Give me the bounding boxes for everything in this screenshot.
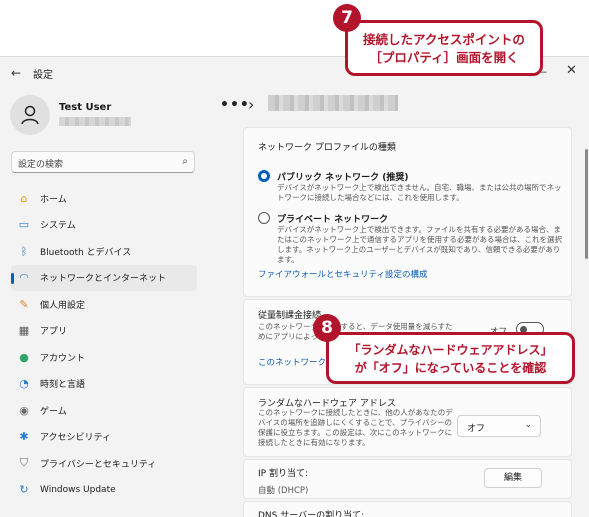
sidebar-item-3[interactable]: ◠ ネットワークとインターネット [11,264,197,291]
random-hw-dropdown[interactable]: オフ ⌄ [457,415,541,437]
random-hw-value: オフ [467,424,486,434]
sidebar-item-label: ネットワークとインターネット [40,274,167,285]
public-network-desc: デバイスがネットワーク上で検出できません。自宅、職場、または公共の場所でネットワ… [277,183,562,202]
ip-assignment-card: IP 割り当て: 自動 (DHCP) 編集 [243,459,572,499]
sidebar-item-0[interactable]: ⌂ ホーム [11,185,197,212]
bluetooth-icon: ᛒ [20,244,28,258]
sidebar-item-label: Bluetooth とデバイス [40,247,132,258]
main-content: ネットワーク プロファイルの種類 パブリック ネットワーク (推奨) デバイスが… [243,127,572,517]
sidebar-item-2[interactable]: ᛒ Bluetooth とデバイス [11,238,197,265]
sidebar-item-label: プライバシーとセキュリティ [40,459,157,470]
sidebar-item-6[interactable]: ● アカウント [11,344,197,371]
sidebar-item-label: システム [40,221,76,232]
settings-window: ← 設定 — ✕ Test User 設定の検索 ⌕ ⌂ ホーム ▭ システム ᛒ Blu… [0,56,589,517]
callout-7-line1: 接続したアクセスポイントの [363,32,525,47]
account-icon: ● [19,350,29,364]
user-name: Test User [59,102,112,113]
sidebar-item-label: ゲーム [40,406,67,417]
paint-brush-icon: ✎ [19,297,29,311]
dns-assignment-title: DNS サーバーの割り当て: [258,511,365,517]
sidebar-item-5[interactable]: ▦ アプリ [11,318,197,345]
search-icon: ⌕ [182,156,188,167]
ip-assignment-value: 自動 (DHCP) [258,486,309,496]
sidebar-item-11[interactable]: ↻ Windows Update [11,477,197,504]
dns-assignment-card: DNS サーバーの割り当て: [243,501,572,517]
back-button[interactable]: ← [8,65,24,81]
sidebar-item-label: アクセシビリティ [40,433,112,444]
random-hardware-address-card: ランダムなハードウェア アドレス このネットワークに接続したときに、他の人があな… [243,387,572,457]
callout-8-line1: 「ランダムなハードウェアアドレス」 [348,343,553,357]
breadcrumb-separator: › [248,95,255,114]
sidebar-item-label: 時刻と言語 [40,380,86,391]
ip-assignment-title: IP 割り当て: [258,469,308,479]
breadcrumb-overflow-button[interactable]: ••• [220,97,250,113]
step-7-badge: 7 [333,4,361,32]
home-icon: ⌂ [20,191,28,205]
shield-icon: ⛉ [19,456,29,470]
profile-section-title: ネットワーク プロファイルの種類 [258,143,396,153]
game-icon: ◉ [19,403,29,417]
sidebar-item-7[interactable]: ◔ 時刻と言語 [11,371,197,398]
user-email-redacted [59,117,131,126]
search-placeholder: 設定の検索 [18,160,64,170]
network-profile-card: ネットワーク プロファイルの種類 パブリック ネットワーク (推奨) デバイスが… [243,127,572,297]
callout-7-line2: ［プロパティ］画面を開く [369,50,519,65]
random-hw-desc: このネットワークに接続したときに、他の人があなたのデバイスの場所を追跡しにくくす… [258,408,453,447]
search-input[interactable]: 設定の検索 ⌕ [11,151,195,173]
sidebar-item-10[interactable]: ⛉ プライバシーとセキュリティ [11,450,197,477]
app-title: 設定 [33,70,53,81]
sidebar-item-label: アカウント [40,353,86,364]
ip-edit-button[interactable]: 編集 [484,468,542,488]
sidebar-item-label: アプリ [40,327,68,338]
update-icon: ↻ [19,483,29,497]
chevron-down-icon: ⌄ [524,420,532,430]
sidebar-item-8[interactable]: ◉ ゲーム [11,397,197,424]
sidebar-item-label: 個人用設定 [40,300,86,311]
close-button[interactable]: ✕ [566,63,577,78]
metered-title: 従量制課金接続 [258,311,322,321]
time-language-icon: ◔ [19,377,29,391]
public-network-label: パブリック ネットワーク (推奨) [277,173,409,183]
callout-8-line2: が「オフ」になっていることを確認 [354,361,547,375]
breadcrumb-redacted [268,95,398,111]
private-network-desc: デバイスがネットワーク上で検出できます。ファイルを共有する必要がある場合、または… [277,225,562,264]
sidebar-item-9[interactable]: ✱ アクセシビリティ [11,424,197,451]
callout-step-7: 接続したアクセスポイントの ［プロパティ］画面を開く [345,20,543,76]
sidebar-item-label: Windows Update [40,484,116,495]
firewall-settings-link[interactable]: ファイアウォールとセキュリティ設定の構成 [258,268,428,280]
accessibility-icon: ✱ [19,430,29,444]
wifi-icon: ◠ [19,271,29,285]
user-icon [21,105,39,125]
content-scrollbar[interactable] [585,149,588,259]
public-network-radio[interactable] [258,170,270,182]
callout-step-8: 「ランダムなハードウェアアドレス」 が「オフ」になっていることを確認 [326,332,575,384]
sidebar-item-label: ホーム [40,194,67,205]
private-network-radio[interactable] [258,212,270,224]
sidebar-item-1[interactable]: ▭ システム [11,212,197,239]
system-icon: ▭ [18,218,30,232]
step-8-badge: 8 [313,314,341,342]
avatar[interactable] [10,95,50,135]
apps-icon: ▦ [18,324,30,338]
private-network-label: プライベート ネットワーク [277,215,389,225]
sidebar-nav: ⌂ ホーム ▭ システム ᛒ Bluetooth とデバイス ◠ ネットワークとインターネット… [11,185,197,503]
sidebar-item-4[interactable]: ✎ 個人用設定 [11,291,197,318]
